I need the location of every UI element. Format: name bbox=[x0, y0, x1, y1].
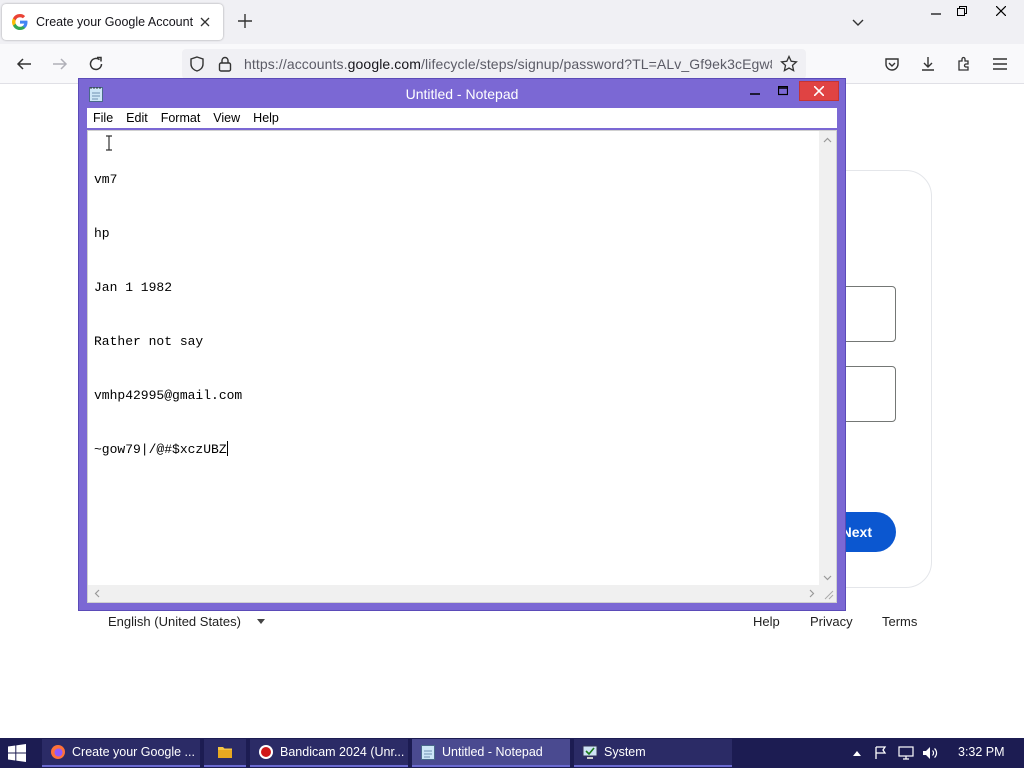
text-line: Jan 1 1982 bbox=[94, 280, 173, 295]
scroll-right-icon[interactable] bbox=[803, 585, 820, 602]
windows-start-icon[interactable] bbox=[8, 744, 26, 762]
notepad-titlebar[interactable]: Untitled - Notepad bbox=[79, 79, 845, 107]
menu-format[interactable]: Format bbox=[161, 111, 201, 125]
downloads-icon[interactable] bbox=[918, 54, 938, 74]
footer-terms-link[interactable]: Terms bbox=[882, 614, 917, 629]
notepad-window: Untitled - Notepad File Edit Format View… bbox=[78, 78, 846, 611]
file-explorer-icon bbox=[218, 747, 232, 758]
menu-edit[interactable]: Edit bbox=[126, 111, 148, 125]
taskbar-item-label: Bandicam 2024 (Unr... bbox=[280, 745, 405, 759]
menu-file[interactable]: File bbox=[93, 111, 113, 125]
taskbar-item-bandicam[interactable]: Bandicam 2024 (Unr... bbox=[250, 739, 408, 767]
url-bar[interactable]: https://accounts.google.com/lifecycle/st… bbox=[182, 49, 806, 79]
scroll-up-icon[interactable] bbox=[819, 131, 836, 148]
page-footer: English (United States) Help Privacy Ter… bbox=[108, 614, 918, 634]
window-close-icon[interactable] bbox=[978, 0, 1024, 22]
back-arrow-icon[interactable] bbox=[14, 54, 34, 74]
text-caret bbox=[226, 441, 228, 456]
text-line: vm7 bbox=[94, 172, 118, 187]
notepad-menubar: File Edit Format View Help bbox=[87, 108, 837, 128]
notepad-title: Untitled - Notepad bbox=[405, 86, 519, 102]
url-path: /lifecycle/steps/signup/password?TL=ALv_… bbox=[421, 56, 772, 72]
horizontal-scrollbar[interactable] bbox=[88, 585, 820, 602]
url-host: google.com bbox=[347, 56, 422, 72]
vertical-scrollbar[interactable] bbox=[819, 131, 836, 586]
caret-down-icon bbox=[256, 619, 265, 624]
menu-help[interactable]: Help bbox=[253, 111, 279, 125]
scroll-left-icon[interactable] bbox=[88, 585, 105, 602]
text-line: vmhp42995@gmail.com bbox=[94, 388, 243, 403]
tab-close-icon[interactable] bbox=[197, 14, 213, 30]
lock-icon[interactable] bbox=[216, 55, 234, 73]
reload-icon[interactable] bbox=[86, 54, 106, 74]
notepad-maximize-icon[interactable] bbox=[771, 81, 795, 101]
notepad-icon bbox=[421, 745, 435, 760]
url-text: https://accounts.google.com/lifecycle/st… bbox=[244, 56, 772, 72]
footer-help-link[interactable]: Help bbox=[753, 614, 780, 629]
text-line: ~gow79|/@#$xczUBZ bbox=[94, 442, 227, 457]
extensions-icon[interactable] bbox=[954, 54, 974, 74]
scroll-down-icon[interactable] bbox=[819, 569, 836, 586]
notepad-content: vm7 hp Jan 1 1982 Rather not say vmhp429… bbox=[94, 135, 242, 495]
footer-privacy-link[interactable]: Privacy bbox=[810, 614, 853, 629]
taskbar-item-label: Create your Google ... bbox=[72, 745, 195, 759]
url-prefix: https://accounts. bbox=[244, 56, 348, 72]
resize-grip-icon[interactable] bbox=[819, 585, 836, 602]
menu-view[interactable]: View bbox=[213, 111, 240, 125]
google-logo-icon bbox=[12, 14, 28, 30]
bandicam-record-icon bbox=[259, 745, 273, 759]
ibeam-cursor-icon bbox=[106, 135, 112, 151]
text-line: hp bbox=[94, 226, 110, 241]
network-icon[interactable] bbox=[898, 738, 914, 768]
bookmark-star-icon[interactable] bbox=[780, 55, 798, 73]
browser-tab[interactable]: Create your Google Account bbox=[2, 4, 223, 40]
taskbar-item-explorer[interactable] bbox=[204, 739, 246, 767]
taskbar-item-system[interactable]: System bbox=[574, 739, 732, 767]
notepad-close-icon[interactable] bbox=[799, 81, 839, 101]
system-icon bbox=[582, 745, 598, 759]
taskbar-item-notepad[interactable]: Untitled - Notepad bbox=[412, 739, 570, 767]
windows-taskbar: Create your Google ... Bandicam 2024 (Un… bbox=[0, 738, 1024, 768]
text-line-last: ~gow79|/@#$xczUBZ bbox=[94, 441, 242, 459]
taskbar-item-label: Untitled - Notepad bbox=[442, 745, 543, 759]
volume-icon[interactable] bbox=[922, 738, 938, 768]
notepad-text-area[interactable]: vm7 hp Jan 1 1982 Rather not say vmhp429… bbox=[87, 130, 837, 603]
taskbar-item-firefox[interactable]: Create your Google ... bbox=[42, 739, 200, 767]
language-label: English (United States) bbox=[108, 614, 241, 629]
window-restore-icon[interactable] bbox=[946, 0, 978, 22]
language-selector[interactable]: English (United States) bbox=[108, 614, 265, 629]
firefox-icon bbox=[51, 745, 65, 759]
text-line: Rather not say bbox=[94, 334, 204, 349]
tray-overflow-icon[interactable] bbox=[852, 738, 862, 768]
shield-icon[interactable] bbox=[188, 55, 206, 73]
pocket-icon[interactable] bbox=[882, 54, 902, 74]
chevron-down-icon[interactable] bbox=[851, 15, 865, 29]
taskbar-item-label: System bbox=[604, 745, 646, 759]
browser-tabbar: Create your Google Account bbox=[0, 0, 1024, 44]
taskbar-clock[interactable]: 3:32 PM bbox=[958, 745, 1005, 759]
tab-title: Create your Google Account bbox=[36, 15, 194, 29]
menu-hamburger-icon[interactable] bbox=[990, 54, 1010, 74]
forward-arrow-icon[interactable] bbox=[50, 54, 70, 74]
notepad-minimize-icon[interactable] bbox=[743, 81, 767, 101]
new-tab-icon[interactable] bbox=[236, 12, 254, 30]
action-center-flag-icon[interactable] bbox=[874, 738, 888, 768]
